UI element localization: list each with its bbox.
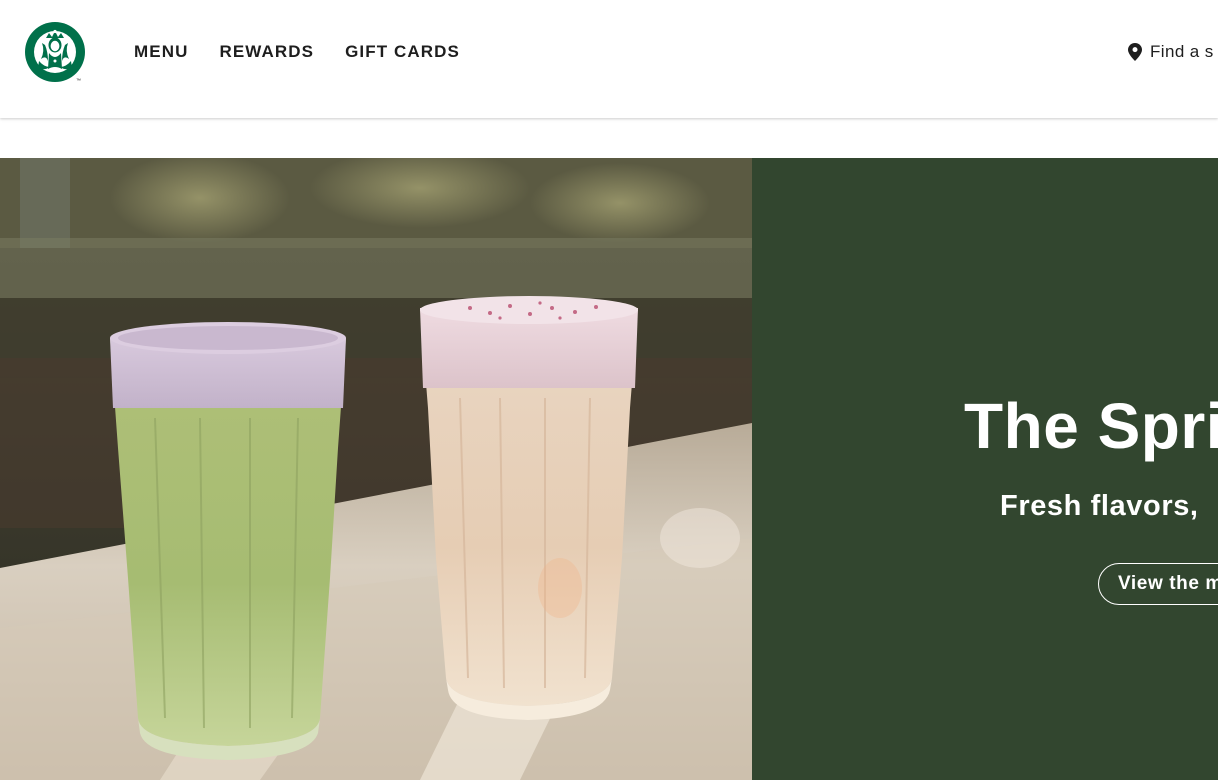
find-store-label: Find a s: [1150, 42, 1214, 61]
find-store-link[interactable]: Find a s: [1128, 42, 1214, 62]
hero-drinks-image: [0, 158, 752, 780]
hero-subtitle: Fresh flavors,: [1000, 490, 1199, 522]
nav-rewards[interactable]: REWARDS: [219, 42, 314, 62]
siren-logo-icon: [25, 22, 85, 82]
site-header: ™ MENU REWARDS GIFT CARDS Find a s: [0, 0, 1218, 118]
main-nav: MENU REWARDS GIFT CARDS: [134, 42, 491, 62]
hero-title: The Spri: [964, 390, 1218, 462]
trademark-mark: ™: [76, 78, 81, 84]
hero-banner: The Spri Fresh flavors, View the m: [0, 158, 1218, 780]
iced-drinks-photo: [0, 158, 752, 780]
location-pin-icon: [1128, 43, 1142, 61]
nav-gift-cards[interactable]: GIFT CARDS: [345, 42, 460, 62]
starbucks-logo[interactable]: [24, 21, 86, 83]
view-menu-button[interactable]: View the m: [1098, 563, 1218, 605]
hero-text-panel: The Spri Fresh flavors, View the m: [752, 158, 1218, 780]
nav-menu[interactable]: MENU: [134, 42, 188, 62]
